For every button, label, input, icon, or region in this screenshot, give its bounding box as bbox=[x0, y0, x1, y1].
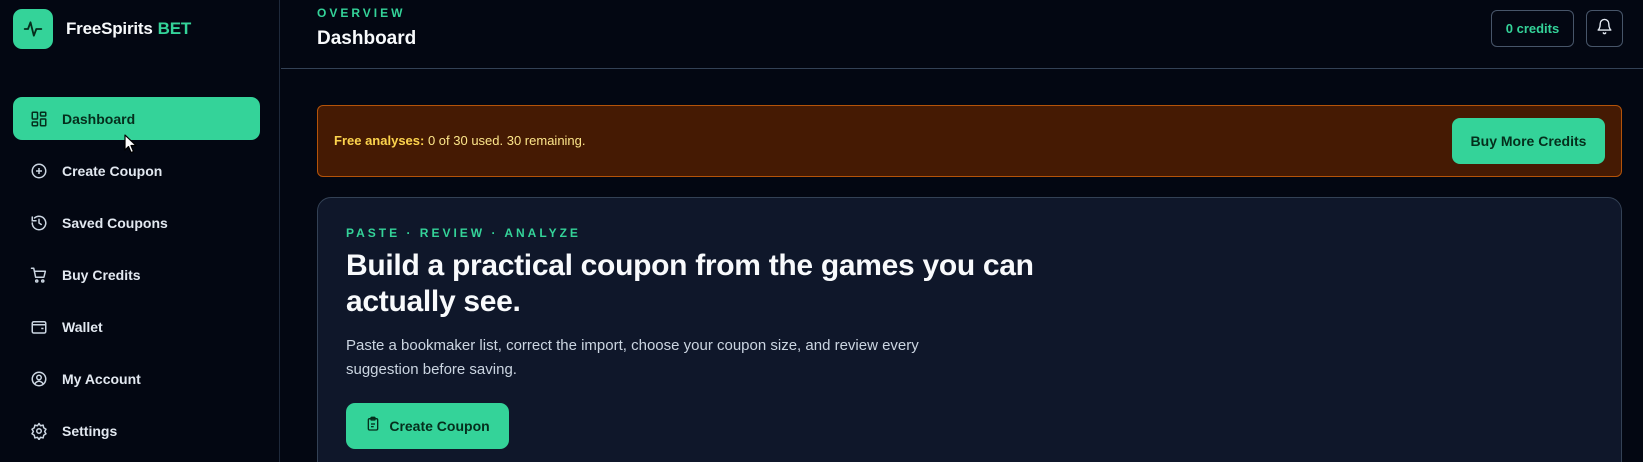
sidebar-item-label: My Account bbox=[62, 370, 141, 387]
wallet-icon bbox=[29, 317, 49, 337]
history-icon bbox=[29, 213, 49, 233]
notifications-button[interactable] bbox=[1586, 10, 1623, 47]
mouse-cursor-icon bbox=[124, 134, 138, 159]
sidebar-item-wallet[interactable]: Wallet bbox=[13, 305, 260, 348]
user-circle-icon bbox=[29, 369, 49, 389]
sidebar-item-saved-coupons[interactable]: Saved Coupons bbox=[13, 201, 260, 244]
gear-icon bbox=[29, 421, 49, 441]
brand-accent: BET bbox=[157, 19, 192, 38]
banner-status: 0 of 30 used. 30 remaining. bbox=[424, 133, 586, 148]
hero-title: Build a practical coupon from the games … bbox=[346, 249, 1034, 318]
sidebar-item-label: Saved Coupons bbox=[62, 214, 168, 231]
hero-card: PASTE · REVIEW · ANALYZE Build a practic… bbox=[317, 197, 1622, 462]
sidebar-item-label: Settings bbox=[62, 422, 118, 439]
top-header: OVERVIEW Dashboard 0 credits bbox=[281, 0, 1643, 69]
create-coupon-button[interactable]: Create Coupon bbox=[346, 403, 509, 449]
bell-icon bbox=[1596, 18, 1613, 40]
credits-button[interactable]: 0 credits bbox=[1491, 10, 1574, 47]
buy-more-credits-button[interactable]: Buy More Credits bbox=[1452, 118, 1605, 164]
sidebar-item-my-account[interactable]: My Account bbox=[13, 357, 260, 400]
header-eyebrow: OVERVIEW bbox=[317, 6, 406, 20]
app-root: FreeSpiritsBET Dashboard Create Coupon bbox=[0, 0, 1643, 462]
sidebar-item-label: Wallet bbox=[62, 318, 103, 335]
dashboard-grid-icon bbox=[29, 109, 49, 129]
cart-icon bbox=[29, 265, 49, 285]
sidebar: FreeSpiritsBET Dashboard Create Coupon bbox=[0, 0, 280, 462]
brand-name-text: FreeSpirits bbox=[66, 19, 153, 38]
free-analyses-banner: Free analyses: 0 of 30 used. 30 remainin… bbox=[317, 105, 1622, 177]
sidebar-item-label: Dashboard bbox=[62, 110, 136, 127]
hero-description: Paste a bookmaker list, correct the impo… bbox=[346, 337, 919, 378]
pulse-icon bbox=[13, 9, 53, 49]
sidebar-item-label: Buy Credits bbox=[62, 266, 141, 283]
page-title: Dashboard bbox=[317, 28, 417, 49]
sidebar-item-buy-credits[interactable]: Buy Credits bbox=[13, 253, 260, 296]
clipboard-icon bbox=[365, 416, 381, 437]
sidebar-item-settings[interactable]: Settings bbox=[13, 409, 260, 452]
brand[interactable]: FreeSpirits BET bbox=[13, 9, 191, 49]
plus-circle-icon bbox=[29, 161, 49, 181]
banner-text: Free analyses: 0 of 30 used. 30 remainin… bbox=[334, 133, 586, 148]
brand-name: FreeSpirits BET bbox=[66, 19, 191, 39]
sidebar-item-label: Create Coupon bbox=[62, 162, 163, 179]
create-coupon-button-label: Create Coupon bbox=[389, 418, 490, 434]
banner-label: Free analyses: bbox=[334, 133, 425, 148]
hero-eyebrow: PASTE · REVIEW · ANALYZE bbox=[346, 226, 581, 240]
